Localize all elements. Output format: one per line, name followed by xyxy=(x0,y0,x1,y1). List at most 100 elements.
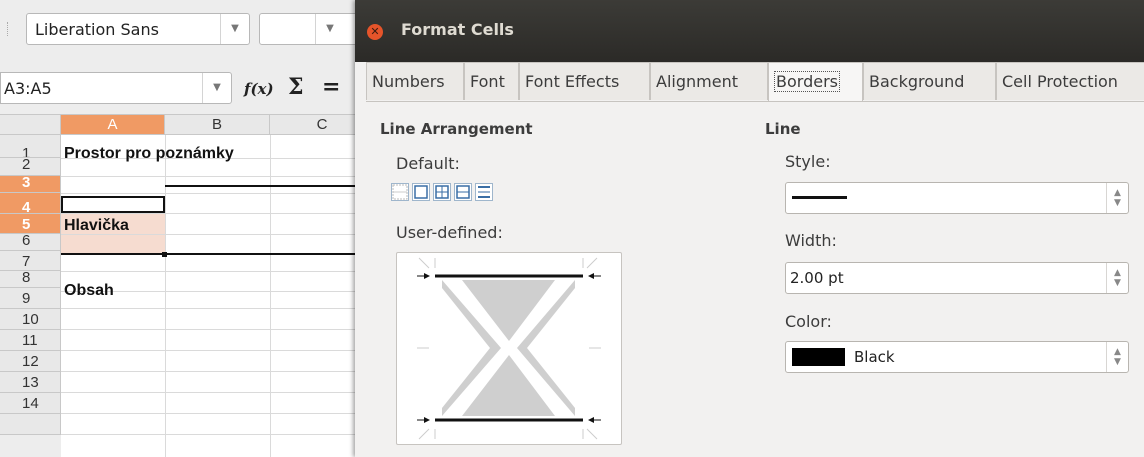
tab-cell-protection[interactable]: Cell Protection xyxy=(996,62,1144,100)
row-header-12[interactable]: 12 xyxy=(0,351,61,372)
row-header-2[interactable]: 2 xyxy=(0,158,61,176)
name-box[interactable]: A3:A5 ▼ xyxy=(0,72,232,104)
cell-a1: Prostor pro poznámky xyxy=(64,145,234,162)
color-label: Color: xyxy=(785,312,832,331)
name-box-value: A3:A5 xyxy=(4,79,52,98)
tab-alignment-label: Alignment xyxy=(656,72,738,91)
grid-borders-icon xyxy=(435,185,449,199)
updown-arrows-icon[interactable]: ▲ ▼ xyxy=(1106,183,1128,213)
corner-select-all[interactable] xyxy=(0,115,61,135)
row-header-14[interactable]: 14 xyxy=(0,393,61,414)
chevron-down-icon[interactable]: ▼ xyxy=(202,73,231,103)
gridline xyxy=(270,135,271,457)
outer-box-icon xyxy=(414,185,428,199)
style-select[interactable]: ▲ ▼ xyxy=(785,182,1129,214)
style-label: Style: xyxy=(785,152,831,171)
tab-numbers[interactable]: Numbers xyxy=(366,62,464,100)
dialog-titlebar[interactable]: ✕ Format Cells xyxy=(355,0,1144,62)
active-cell-a3[interactable] xyxy=(61,196,165,213)
tab-font[interactable]: Font xyxy=(464,62,519,100)
fill-handle[interactable] xyxy=(162,252,167,257)
line-title: Line xyxy=(765,120,801,138)
close-icon[interactable]: ✕ xyxy=(367,24,383,40)
gridline xyxy=(61,271,355,272)
cell-area[interactable]: Prostor pro poznámky Hlavička Obsah xyxy=(61,135,355,457)
no-borders-icon xyxy=(392,184,408,200)
gridline xyxy=(61,176,355,177)
gridline xyxy=(61,392,355,393)
row-header-5[interactable]: 5 xyxy=(0,214,61,234)
formula-bar: A3:A5 ▼ f(x) Σ = xyxy=(0,60,355,115)
chevron-down-icon[interactable]: ▼ xyxy=(220,14,249,44)
formatting-toolbar: Liberation Sans ▼ ▼ xyxy=(0,0,355,60)
gridline xyxy=(61,413,355,414)
color-select[interactable]: Black ▲ ▼ xyxy=(785,341,1129,373)
tab-font-label: Font xyxy=(470,72,505,91)
column-header-a[interactable]: A xyxy=(61,115,165,135)
gridline xyxy=(61,329,355,330)
row-header-10[interactable]: 10 xyxy=(0,309,61,330)
color-value: Black xyxy=(854,348,895,366)
tab-alignment[interactable]: Alignment xyxy=(650,62,768,100)
preset-outer-box[interactable] xyxy=(412,183,430,201)
width-value: 2.00 pt xyxy=(790,269,844,287)
row-header-13[interactable]: 13 xyxy=(0,372,61,393)
tab-background[interactable]: Background xyxy=(863,62,996,100)
updown-arrows-icon[interactable]: ▲ ▼ xyxy=(1106,263,1128,293)
cell-a4: Hlavička xyxy=(64,217,129,234)
tab-borders[interactable]: Borders xyxy=(768,62,863,102)
row-header-3[interactable]: 3 xyxy=(0,176,61,193)
cell-border-top xyxy=(165,185,355,187)
gridline xyxy=(61,213,355,214)
row-header-11[interactable]: 11 xyxy=(0,330,61,351)
updown-arrows-icon[interactable]: ▲ ▼ xyxy=(1106,342,1128,372)
row-header-15[interactable] xyxy=(0,414,61,435)
gridline xyxy=(165,135,166,457)
width-spinbox[interactable]: 2.00 pt ▲ ▼ xyxy=(785,262,1129,294)
tab-numbers-label: Numbers xyxy=(372,72,445,91)
gridline xyxy=(61,193,355,194)
formula-icon[interactable]: = xyxy=(322,74,340,100)
column-header-c[interactable]: C xyxy=(270,115,355,135)
format-cells-dialog: ✕ Format Cells Numbers Font Font Effects… xyxy=(355,0,1144,457)
toolbar-grip[interactable] xyxy=(7,22,11,36)
tab-separator xyxy=(366,101,1144,102)
chevron-down-icon[interactable]: ▼ xyxy=(315,14,344,44)
width-label: Width: xyxy=(785,231,837,250)
color-swatch xyxy=(792,348,845,366)
cell-a7: Obsah xyxy=(64,282,114,299)
font-name-combo[interactable]: Liberation Sans ▼ xyxy=(26,13,250,45)
column-header-b[interactable]: B xyxy=(165,115,270,135)
border-preview[interactable] xyxy=(396,252,622,445)
line-style-sample xyxy=(792,196,847,199)
font-name-value: Liberation Sans xyxy=(35,20,159,39)
row-header-4[interactable]: 4 xyxy=(0,193,61,214)
tab-font-effects[interactable]: Font Effects xyxy=(519,62,650,100)
gridline xyxy=(61,434,355,435)
row-header-9[interactable]: 9 xyxy=(0,288,61,309)
default-label: Default: xyxy=(396,154,460,173)
sum-icon[interactable]: Σ xyxy=(288,74,304,100)
tab-borders-label: Borders xyxy=(774,71,840,92)
border-preview-canvas xyxy=(417,257,601,440)
gridline xyxy=(61,350,355,351)
tab-background-label: Background xyxy=(869,72,965,91)
row-header-6[interactable]: 6 xyxy=(0,234,61,251)
row-header-7[interactable]: 7 xyxy=(0,251,61,271)
row-header-8[interactable]: 8 xyxy=(0,271,61,288)
preset-no-borders[interactable] xyxy=(391,183,409,201)
preset-top-bottom[interactable] xyxy=(475,183,493,201)
dialog-title: Format Cells xyxy=(401,20,514,39)
tab-cell-protection-label: Cell Protection xyxy=(1002,72,1118,91)
gridline xyxy=(61,308,355,309)
spreadsheet-window: Liberation Sans ▼ ▼ A3:A5 ▼ f(x) Σ = A B… xyxy=(0,0,355,457)
function-wizard-icon[interactable]: f(x) xyxy=(244,80,274,98)
gridline xyxy=(61,371,355,372)
line-arrangement-title: Line Arrangement xyxy=(380,120,533,138)
font-size-combo[interactable]: ▼ xyxy=(259,13,355,45)
user-defined-label: User-defined: xyxy=(396,223,503,242)
cell-border-bottom xyxy=(61,253,355,255)
preset-outer-all-inner[interactable] xyxy=(433,183,451,201)
preset-outer-horizontal[interactable] xyxy=(454,183,472,201)
row-header-1[interactable]: 1 xyxy=(0,135,61,158)
